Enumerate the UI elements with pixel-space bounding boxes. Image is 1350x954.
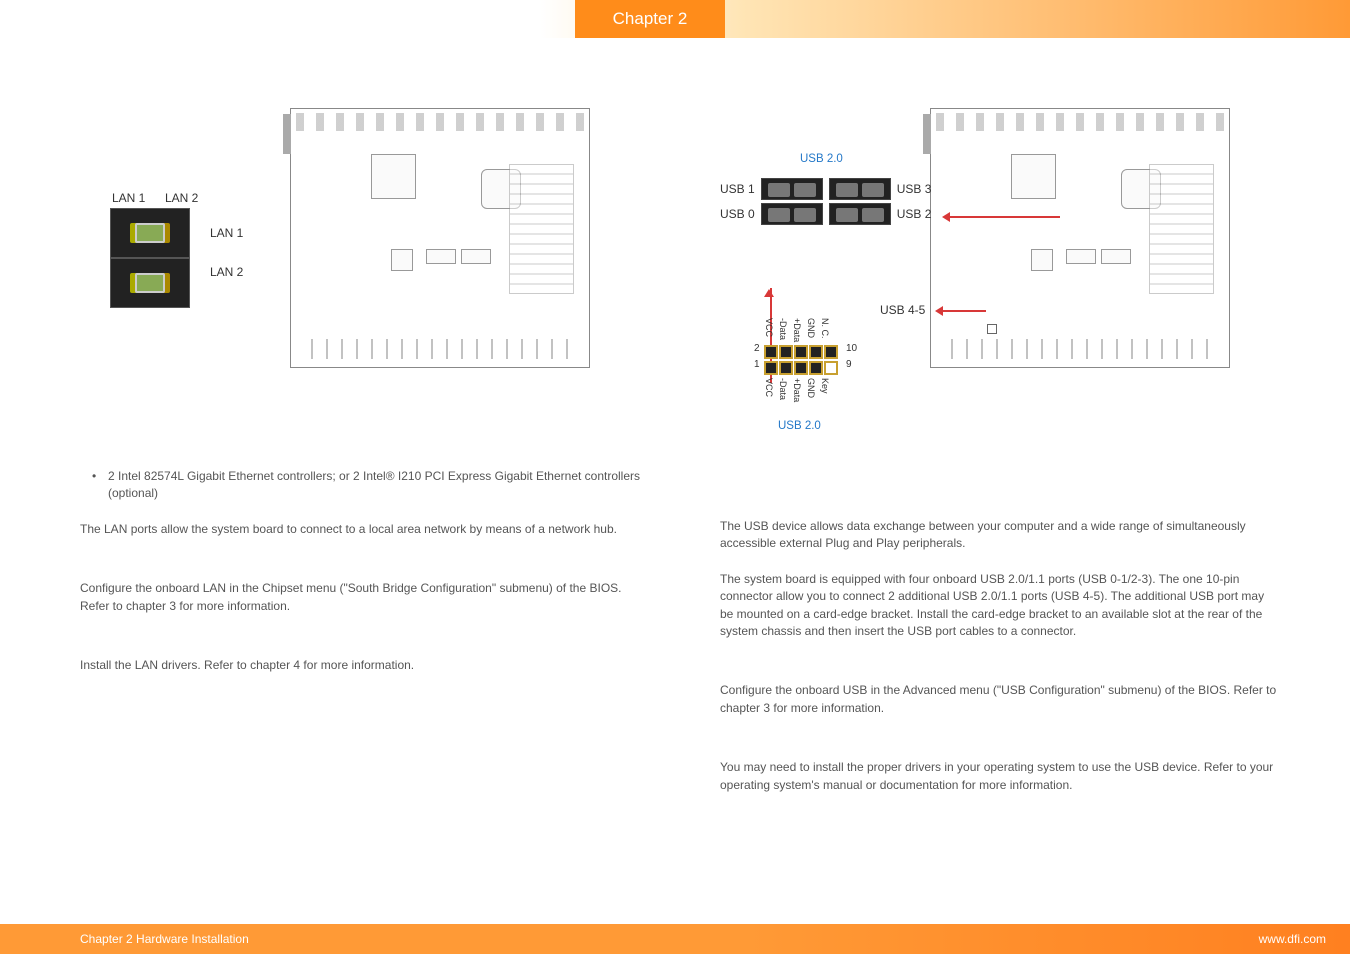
pin-ndata-bot: -Data <box>778 378 787 402</box>
footer-url-text: www.dfi.com <box>1259 932 1326 946</box>
right-column: USB 2.0 USB 1 USB 3 USB 0 USB 2 USB 4-5 <box>720 108 1280 812</box>
pinlabels-bottom: VCC -Data +Data GND Key <box>764 378 829 402</box>
lan-port-photo <box>110 208 190 308</box>
usb0-label: USB 0 <box>720 207 755 221</box>
pin-gnd-bot: GND <box>806 378 815 402</box>
usb45-arrow-h <box>938 310 986 312</box>
usb-lower-right-img <box>829 203 891 225</box>
pin-number-9: 9 <box>846 359 852 370</box>
usb-para-drivers: You may need to install the proper drive… <box>720 759 1280 794</box>
usb45-arrow-up-head <box>764 284 774 297</box>
pin-vcc-bot: VCC <box>764 378 773 402</box>
pin-key-bot: Key <box>820 378 829 402</box>
motherboard-diagram-left <box>290 108 590 368</box>
usb-lower-left-img <box>761 203 823 225</box>
usb-para-intro: The USB device allows data exchange betw… <box>720 518 1280 553</box>
left-column: LAN 1 LAN 2 LAN 1 LAN 2 2 Intel 82574L G… <box>80 108 640 812</box>
pin-vcc-top: VCC <box>764 318 773 342</box>
lan1-label-top: LAN 1 <box>112 191 145 205</box>
usb1-label: USB 1 <box>720 182 755 196</box>
pin-number-1: 1 <box>754 359 760 370</box>
pin-pdata-bot: +Data <box>792 378 801 402</box>
pinlabels-top: VCC -Data +Data GND N. C. <box>764 318 829 342</box>
footer-chapter-text: Chapter 2 Hardware Installation <box>80 932 249 946</box>
usb20-label-top: USB 2.0 <box>800 153 843 165</box>
usb-port-photo: USB 1 USB 3 USB 0 USB 2 <box>720 178 931 225</box>
usb3-label: USB 3 <box>897 182 932 196</box>
usb-para-ports: The system board is equipped with four o… <box>720 571 1280 641</box>
page-header-band: Chapter 2 <box>0 0 1350 38</box>
lan2-label-top: LAN 2 <box>165 191 198 205</box>
usb-onboard-arrow <box>945 216 1060 218</box>
motherboard-diagram-right <box>930 108 1230 368</box>
lan-para-drivers: Install the LAN drivers. Refer to chapte… <box>80 657 640 674</box>
lan-para-bios: Configure the onboard LAN in the Chipset… <box>80 580 640 615</box>
pin-number-10: 10 <box>846 343 857 354</box>
lan-board-figure: LAN 1 LAN 2 LAN 1 LAN 2 <box>80 108 590 388</box>
lan1-pointer: LAN 1 <box>210 226 243 240</box>
pin-nc-top: N. C. <box>820 318 829 342</box>
lan1-port-img <box>110 208 190 258</box>
footer-bar: Chapter 2 Hardware Installation www.dfi.… <box>0 924 1350 954</box>
usb-header-pinout: VCC -Data +Data GND N. C. 2 1 10 <box>764 343 838 377</box>
pin-number-2: 2 <box>754 343 760 354</box>
pin-gnd-top: GND <box>806 318 815 342</box>
usb45-label: USB 4-5 <box>880 303 925 317</box>
usb-upper-left-img <box>761 178 823 200</box>
lan-controllers-bullet: 2 Intel 82574L Gigabit Ethernet controll… <box>80 468 640 503</box>
usb20-label-bottom: USB 2.0 <box>778 420 821 432</box>
usb-upper-right-img <box>829 178 891 200</box>
usb-board-figure: USB 2.0 USB 1 USB 3 USB 0 USB 2 USB 4-5 <box>720 108 1230 438</box>
usb45-header-location <box>987 324 997 334</box>
lan2-pointer: LAN 2 <box>210 265 243 279</box>
usb-para-bios: Configure the onboard USB in the Advance… <box>720 682 1280 717</box>
chapter-tab: Chapter 2 <box>575 0 725 38</box>
pin-pdata-top: +Data <box>792 318 801 342</box>
lan-para-connect: The LAN ports allow the system board to … <box>80 521 640 538</box>
pin-ndata-top: -Data <box>778 318 787 342</box>
lan2-port-img <box>110 258 190 308</box>
usb2-label: USB 2 <box>897 207 932 221</box>
